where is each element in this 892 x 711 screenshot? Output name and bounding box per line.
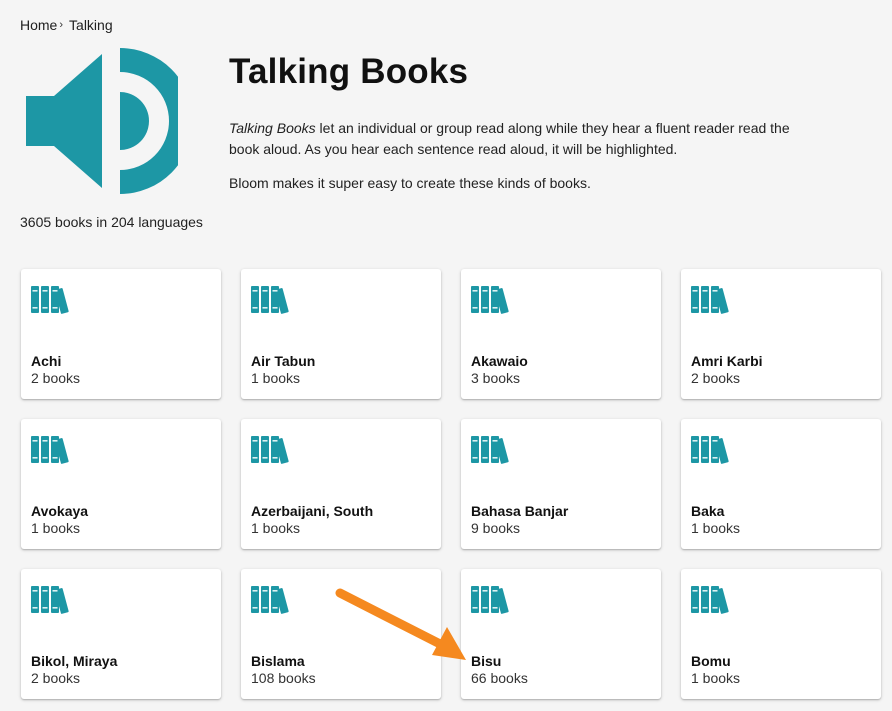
language-name: Baka bbox=[691, 503, 725, 519]
language-book-count: 108 books bbox=[251, 670, 316, 686]
language-book-count: 2 books bbox=[31, 670, 81, 686]
language-card-azerbaijani-south[interactable]: Azerbaijani, South 1 books bbox=[241, 419, 441, 549]
language-card-bikol-miraya[interactable]: Bikol, Miraya 2 books bbox=[21, 569, 221, 699]
language-card-bislama[interactable]: Bislama 108 books bbox=[241, 569, 441, 699]
book-count-summary: 3605 books in 204 languages bbox=[20, 214, 203, 230]
language-book-count: 1 books bbox=[691, 520, 741, 536]
language-book-count: 2 books bbox=[31, 370, 81, 386]
breadcrumb-separator: › bbox=[59, 19, 64, 31]
speaker-sound-icon bbox=[26, 48, 178, 194]
language-name: Amri Karbi bbox=[691, 353, 763, 369]
language-name: Avokaya bbox=[31, 503, 89, 519]
language-book-count: 3 books bbox=[471, 370, 521, 386]
language-card-akawaio[interactable]: Akawaio 3 books bbox=[461, 269, 661, 399]
books-icon bbox=[31, 284, 73, 314]
page-description-secondary: Bloom makes it super easy to create thes… bbox=[229, 175, 591, 191]
language-name: Achi bbox=[31, 353, 62, 369]
language-name: Bisu bbox=[471, 653, 502, 669]
language-book-count: 66 books bbox=[471, 670, 528, 686]
description-emphasis: Talking Books bbox=[229, 120, 316, 136]
books-icon bbox=[251, 434, 293, 464]
language-card-amri-karbi[interactable]: Amri Karbi 2 books bbox=[681, 269, 881, 399]
books-icon bbox=[691, 584, 733, 614]
language-card-avokaya[interactable]: Avokaya 1 books bbox=[21, 419, 221, 549]
page-title: Talking Books bbox=[229, 52, 469, 91]
language-book-count: 9 books bbox=[471, 520, 521, 536]
language-card-bomu[interactable]: Bomu 1 books bbox=[681, 569, 881, 699]
language-book-count: 1 books bbox=[251, 520, 301, 536]
books-icon bbox=[31, 584, 73, 614]
books-icon bbox=[251, 584, 293, 614]
breadcrumb-home-link[interactable]: Home bbox=[20, 17, 57, 33]
language-card-achi[interactable]: Achi 2 books bbox=[21, 269, 221, 399]
breadcrumb-current: Talking bbox=[69, 17, 113, 33]
books-icon bbox=[691, 434, 733, 464]
language-name: Bikol, Miraya bbox=[31, 653, 118, 669]
books-icon bbox=[691, 284, 733, 314]
language-book-count: 1 books bbox=[31, 520, 81, 536]
books-icon bbox=[471, 284, 513, 314]
books-icon bbox=[251, 284, 293, 314]
language-book-count: 2 books bbox=[691, 370, 741, 386]
language-name: Bahasa Banjar bbox=[471, 503, 569, 519]
language-card-air-tabun[interactable]: Air Tabun 1 books bbox=[241, 269, 441, 399]
language-book-count: 1 books bbox=[251, 370, 301, 386]
page-description: Talking Books let an individual or group… bbox=[229, 118, 819, 160]
language-name: Bomu bbox=[691, 653, 731, 669]
language-name: Akawaio bbox=[471, 353, 528, 369]
language-name: Air Tabun bbox=[251, 353, 316, 369]
language-book-count: 1 books bbox=[691, 670, 741, 686]
language-card-bisu[interactable]: Bisu 66 books bbox=[461, 569, 661, 699]
books-icon bbox=[471, 584, 513, 614]
language-card-bahasa-banjar[interactable]: Bahasa Banjar 9 books bbox=[461, 419, 661, 549]
language-card-baka[interactable]: Baka 1 books bbox=[681, 419, 881, 549]
books-icon bbox=[31, 434, 73, 464]
language-card-grid: Achi 2 books Air Tabun 1 books Akawaio 3… bbox=[21, 269, 881, 699]
language-name: Bislama bbox=[251, 653, 305, 669]
language-name: Azerbaijani, South bbox=[251, 503, 374, 519]
breadcrumb: Home › Talking bbox=[20, 17, 113, 33]
books-icon bbox=[471, 434, 513, 464]
